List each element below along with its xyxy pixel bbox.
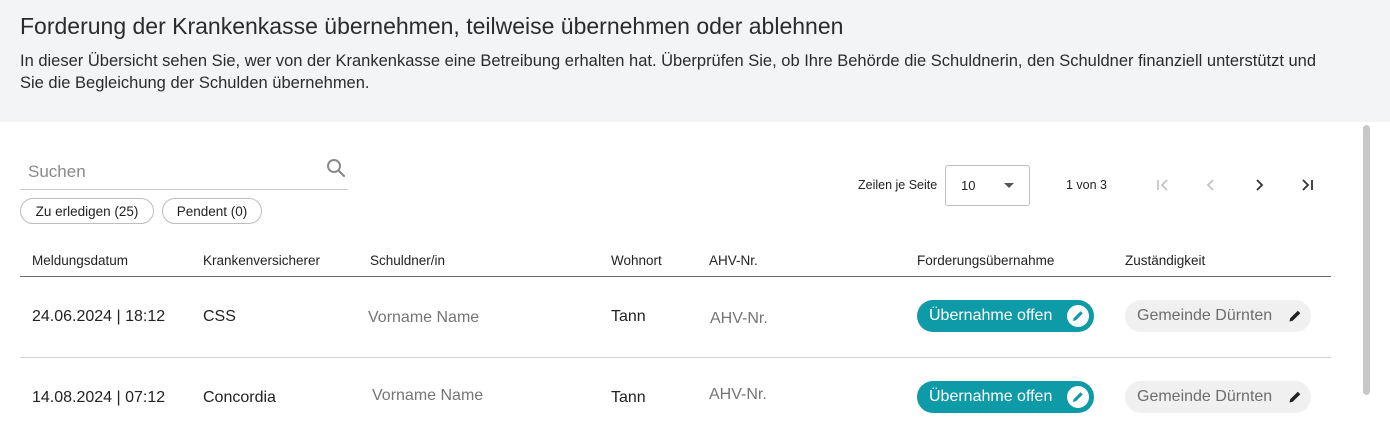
filter-chip-pending[interactable]: Pendent (0): [162, 198, 262, 224]
pencil-icon[interactable]: [1067, 386, 1089, 408]
column-header-claim[interactable]: Forderungsübernahme: [917, 253, 1054, 268]
column-header-ahv[interactable]: AHV-Nr.: [709, 253, 758, 268]
claim-status-label: Übernahme offen: [929, 388, 1053, 405]
rows-per-page-value: 10: [961, 178, 976, 193]
cell-date: 14.08.2024 | 07:12: [32, 389, 166, 406]
cell-debtor: Vorname Name: [372, 387, 484, 404]
cell-residence: Tann: [611, 389, 646, 406]
column-header-debtor[interactable]: Schuldner/in: [370, 253, 445, 268]
cell-insurer: Concordia: [203, 389, 276, 406]
cell-ahv: AHV-Nr.: [709, 386, 767, 403]
search-field[interactable]: [20, 152, 348, 190]
cell-ahv: AHV-Nr.: [710, 310, 768, 327]
table-header-divider: [20, 276, 1331, 277]
cell-date: 24.06.2024 | 18:12: [32, 308, 166, 325]
row-divider: [20, 357, 1331, 358]
rows-per-page-select[interactable]: 10: [945, 165, 1030, 206]
next-page-button[interactable]: [1246, 172, 1272, 198]
rows-per-page-label: Zeilen je Seite: [858, 178, 938, 192]
responsibility-label: Gemeinde Dürnten: [1137, 307, 1273, 324]
claim-status-button[interactable]: Übernahme offen: [917, 381, 1094, 413]
page-header: Forderung der Krankenkasse übernehmen, t…: [0, 0, 1390, 122]
scrollbar-track[interactable]: [1355, 122, 1390, 436]
column-header-responsibility[interactable]: Zuständigkeit: [1125, 253, 1205, 268]
pencil-icon[interactable]: [1287, 389, 1303, 405]
column-header-date[interactable]: Meldungsdatum: [32, 253, 128, 268]
scrollbar-thumb[interactable]: [1363, 125, 1370, 395]
last-page-icon: [1302, 179, 1313, 191]
chevron-right-icon: [1256, 179, 1264, 191]
column-header-insurer[interactable]: Krankenversicherer: [203, 253, 320, 268]
cell-insurer: CSS: [203, 308, 236, 325]
first-page-button[interactable]: [1150, 172, 1176, 198]
responsibility-label: Gemeinde Dürnten: [1137, 388, 1273, 405]
pencil-icon[interactable]: [1067, 305, 1089, 327]
claim-status-label: Übernahme offen: [929, 307, 1053, 324]
cell-residence: Tann: [611, 308, 646, 325]
page-title: Forderung der Krankenkasse übernehmen, t…: [20, 13, 844, 39]
last-page-button[interactable]: [1294, 172, 1320, 198]
column-header-residence[interactable]: Wohnort: [611, 253, 662, 268]
responsibility-button[interactable]: Gemeinde Dürnten: [1125, 300, 1311, 332]
caret-down-icon: [1004, 183, 1014, 188]
chevron-left-icon: [1206, 179, 1214, 191]
page-info: 1 von 3: [1066, 178, 1108, 192]
claim-status-button[interactable]: Übernahme offen: [917, 300, 1094, 332]
previous-page-button[interactable]: [1198, 172, 1224, 198]
first-page-icon: [1157, 179, 1168, 191]
filter-chip-to-do[interactable]: Zu erledigen (25): [20, 198, 154, 224]
cell-debtor: Vorname Name: [368, 309, 480, 326]
responsibility-button[interactable]: Gemeinde Dürnten: [1125, 381, 1311, 413]
search-icon[interactable]: [326, 158, 346, 178]
pencil-icon[interactable]: [1287, 308, 1303, 324]
search-input[interactable]: [28, 162, 318, 182]
page-description: In dieser Übersicht sehen Sie, wer von d…: [20, 52, 1317, 92]
